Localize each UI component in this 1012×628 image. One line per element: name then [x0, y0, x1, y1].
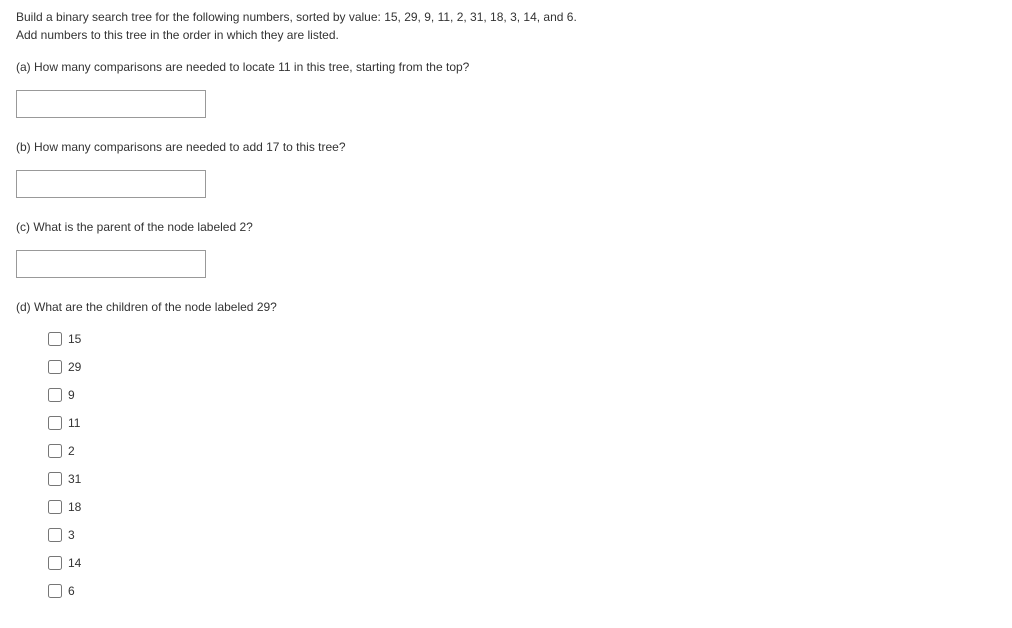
checkbox-item-31: 31 [48, 470, 996, 488]
checkbox-item-9: 9 [48, 386, 996, 404]
answer-c-input[interactable] [16, 250, 206, 278]
answer-b-input[interactable] [16, 170, 206, 198]
checkbox-label-11: 11 [68, 414, 80, 432]
checkbox-9[interactable] [48, 388, 62, 402]
checkbox-item-3: 3 [48, 526, 996, 544]
checkbox-label-15: 15 [68, 330, 81, 348]
question-a-text: (a) How many comparisons are needed to l… [16, 58, 996, 76]
question-d-text: (d) What are the children of the node la… [16, 298, 996, 316]
problem-intro: Build a binary search tree for the follo… [16, 8, 996, 44]
checkbox-label-31: 31 [68, 470, 81, 488]
intro-line-2: Add numbers to this tree in the order in… [16, 26, 996, 44]
checkbox-6[interactable] [48, 584, 62, 598]
checkbox-14[interactable] [48, 556, 62, 570]
checkbox-label-3: 3 [68, 526, 75, 544]
question-b-text: (b) How many comparisons are needed to a… [16, 138, 996, 156]
checkbox-label-18: 18 [68, 498, 81, 516]
question-b-block: (b) How many comparisons are needed to a… [16, 138, 996, 198]
checkbox-item-14: 14 [48, 554, 996, 572]
checkbox-item-6: 6 [48, 582, 996, 600]
question-c-text: (c) What is the parent of the node label… [16, 218, 996, 236]
question-c-block: (c) What is the parent of the node label… [16, 218, 996, 278]
question-a-block: (a) How many comparisons are needed to l… [16, 58, 996, 118]
checkbox-29[interactable] [48, 360, 62, 374]
checkbox-2[interactable] [48, 444, 62, 458]
checkbox-label-9: 9 [68, 386, 75, 404]
checkbox-15[interactable] [48, 332, 62, 346]
checkbox-label-29: 29 [68, 358, 81, 376]
checkbox-item-2: 2 [48, 442, 996, 460]
checkbox-11[interactable] [48, 416, 62, 430]
checkbox-label-14: 14 [68, 554, 81, 572]
question-d-block: (d) What are the children of the node la… [16, 298, 996, 600]
checkbox-31[interactable] [48, 472, 62, 486]
checkbox-item-11: 11 [48, 414, 996, 432]
checkbox-item-15: 15 [48, 330, 996, 348]
checkbox-label-6: 6 [68, 582, 75, 600]
checkbox-item-18: 18 [48, 498, 996, 516]
checkbox-list: 15 29 9 11 2 31 18 3 [48, 330, 996, 600]
intro-line-1: Build a binary search tree for the follo… [16, 8, 996, 26]
checkbox-item-29: 29 [48, 358, 996, 376]
checkbox-label-2: 2 [68, 442, 75, 460]
checkbox-18[interactable] [48, 500, 62, 514]
checkbox-3[interactable] [48, 528, 62, 542]
answer-a-input[interactable] [16, 90, 206, 118]
